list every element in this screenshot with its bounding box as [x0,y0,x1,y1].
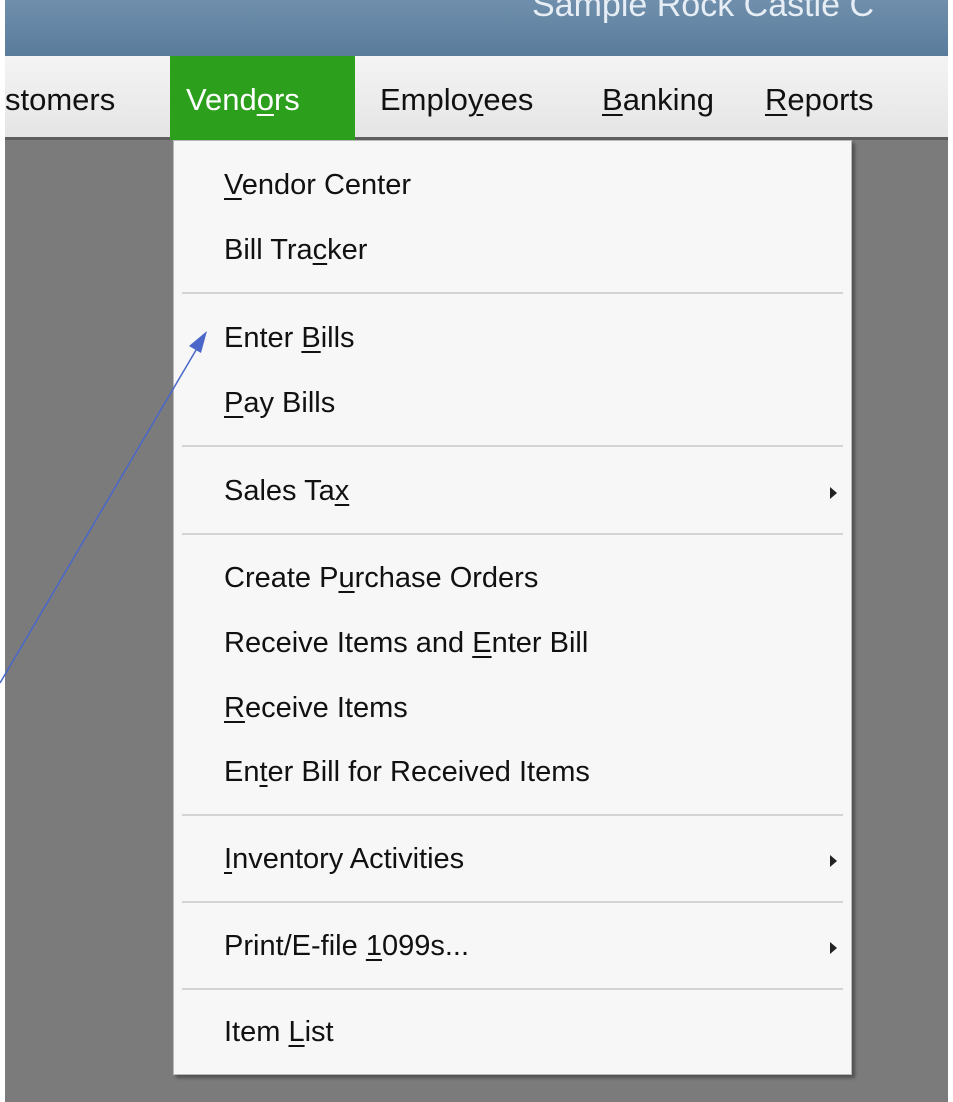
submenu-arrow-icon [830,487,837,499]
menu-item-pay-bills[interactable]: Pay Bills [224,387,335,420]
menu-vendors[interactable]: Vendors [170,56,355,140]
menu-item-bill-tracker[interactable]: Bill Tracker [224,234,367,267]
menu-separator [182,445,843,447]
menu-item-inventory-activities[interactable]: Inventory Activities [224,843,464,876]
menu-separator [182,814,843,816]
menu-reports[interactable]: Reports [765,56,874,140]
menu-employees[interactable]: Employees [380,56,533,140]
menu-item-item-list[interactable]: Item List [224,1016,334,1049]
menu-separator [182,988,843,990]
vendors-dropdown-menu: Vendor Center Bill Tracker Enter Bills P… [173,140,852,1075]
submenu-arrow-icon [830,855,837,867]
menu-separator [182,292,843,294]
menu-item-enter-bills[interactable]: Enter Bills [224,322,355,355]
menu-banking[interactable]: Banking [602,56,714,140]
menu-customers[interactable]: stomers [5,56,115,140]
menu-separator [182,533,843,535]
menu-item-create-purchase-orders[interactable]: Create Purchase Orders [224,562,538,595]
submenu-arrow-icon [830,942,837,954]
window-title: Sample Rock Castle C [532,0,875,24]
application-window: Sample Rock Castle C stomers Vendors Emp… [5,0,948,1102]
menu-item-enter-bill-for-received-items[interactable]: Enter Bill for Received Items [224,756,590,789]
menu-separator [182,901,843,903]
menu-item-receive-items[interactable]: Receive Items [224,692,408,725]
menu-item-print-efile-1099s[interactable]: Print/E-file 1099s... [224,930,469,963]
menu-item-receive-items-and-enter-bill[interactable]: Receive Items and Enter Bill [224,627,588,660]
menu-item-vendor-center[interactable]: Vendor Center [224,169,411,202]
menu-bar: stomers Vendors Employees Banking Report… [5,56,948,140]
menu-item-sales-tax[interactable]: Sales Tax [224,475,349,508]
title-bar: Sample Rock Castle C [5,0,948,56]
